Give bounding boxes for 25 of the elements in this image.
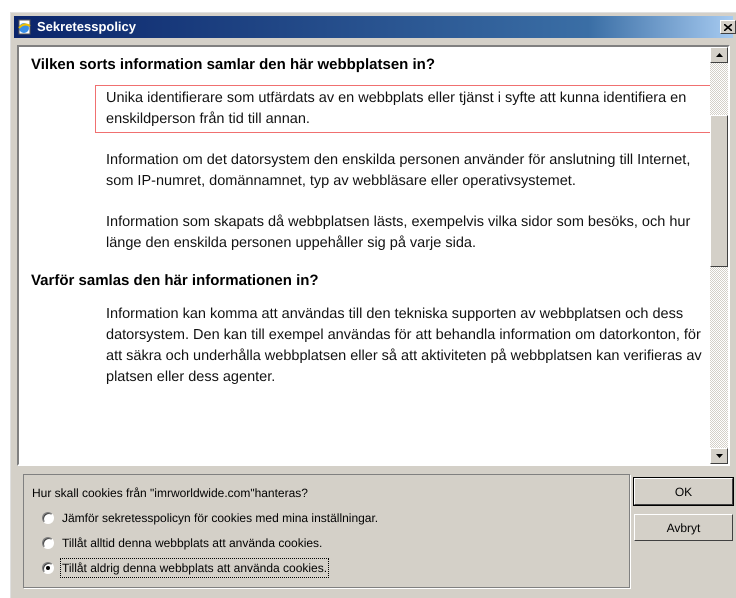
section-heading: Varför samlas den här informationen in?	[31, 271, 320, 291]
scroll-thumb[interactable]	[710, 115, 728, 267]
policy-paragraph: Information kan komma att användas till den tekniska supporten av webbplatsen och dess datorsystem. Den kan till exempel användas för att behandla information om datorkonton, för att säkra och underhålla webbplatsen eller så att aktiviteten på webbplatsen kan verifieras av platsen eller dess agenter.	[105, 305, 703, 387]
cookie-question: Hur skall cookies från "imrworldwide.com"hanteras?	[32, 485, 309, 502]
radio-label[interactable]: Tillåt aldrig denna webbplats att använda cookies.	[60, 558, 330, 578]
window-title: Sekretesspolicy	[37, 18, 136, 36]
scroll-up-button[interactable]	[710, 47, 728, 63]
policy-paragraph: Unika identifierare som utfärdats av en webbplats eller tjänst i syfte att kunna identifiera en enskildperson från tid till annan.	[95, 85, 710, 133]
policy-paragraph: Information som skapats då webbplatsen lästs, exempelvis vilka sidor som besöks, och hur länge den enskilda personen uppehåller sig på varje sida.	[105, 213, 692, 253]
up-arrow-icon	[716, 53, 722, 57]
radio-button[interactable]	[42, 562, 54, 574]
radio-button[interactable]	[42, 512, 54, 524]
policy-paragraph: Information om det datorsystem den enskilda personen använder för anslutning till Internet, som IP-numret, domännamnet, typ av webbläsare eller operativsystemet.	[105, 151, 692, 191]
radio-label[interactable]: Jämför sekretesspolicyn för cookies med mina inställningar.	[60, 508, 380, 528]
scroll-down-button[interactable]	[710, 448, 728, 464]
close-icon	[724, 24, 732, 30]
ok-button[interactable]: OK	[634, 478, 733, 505]
scrollbar[interactable]	[710, 47, 728, 464]
radio-label[interactable]: Tillåt alltid denna webbplats att använda cookies.	[60, 533, 324, 553]
section-heading: Vilken sorts information samlar den här webbplatsen in?	[31, 55, 436, 75]
down-arrow-icon	[716, 454, 722, 458]
close-button[interactable]	[720, 20, 736, 34]
radio-button[interactable]	[42, 537, 54, 549]
globe-document-icon	[17, 19, 33, 35]
cancel-button[interactable]: Avbryt	[634, 514, 733, 541]
